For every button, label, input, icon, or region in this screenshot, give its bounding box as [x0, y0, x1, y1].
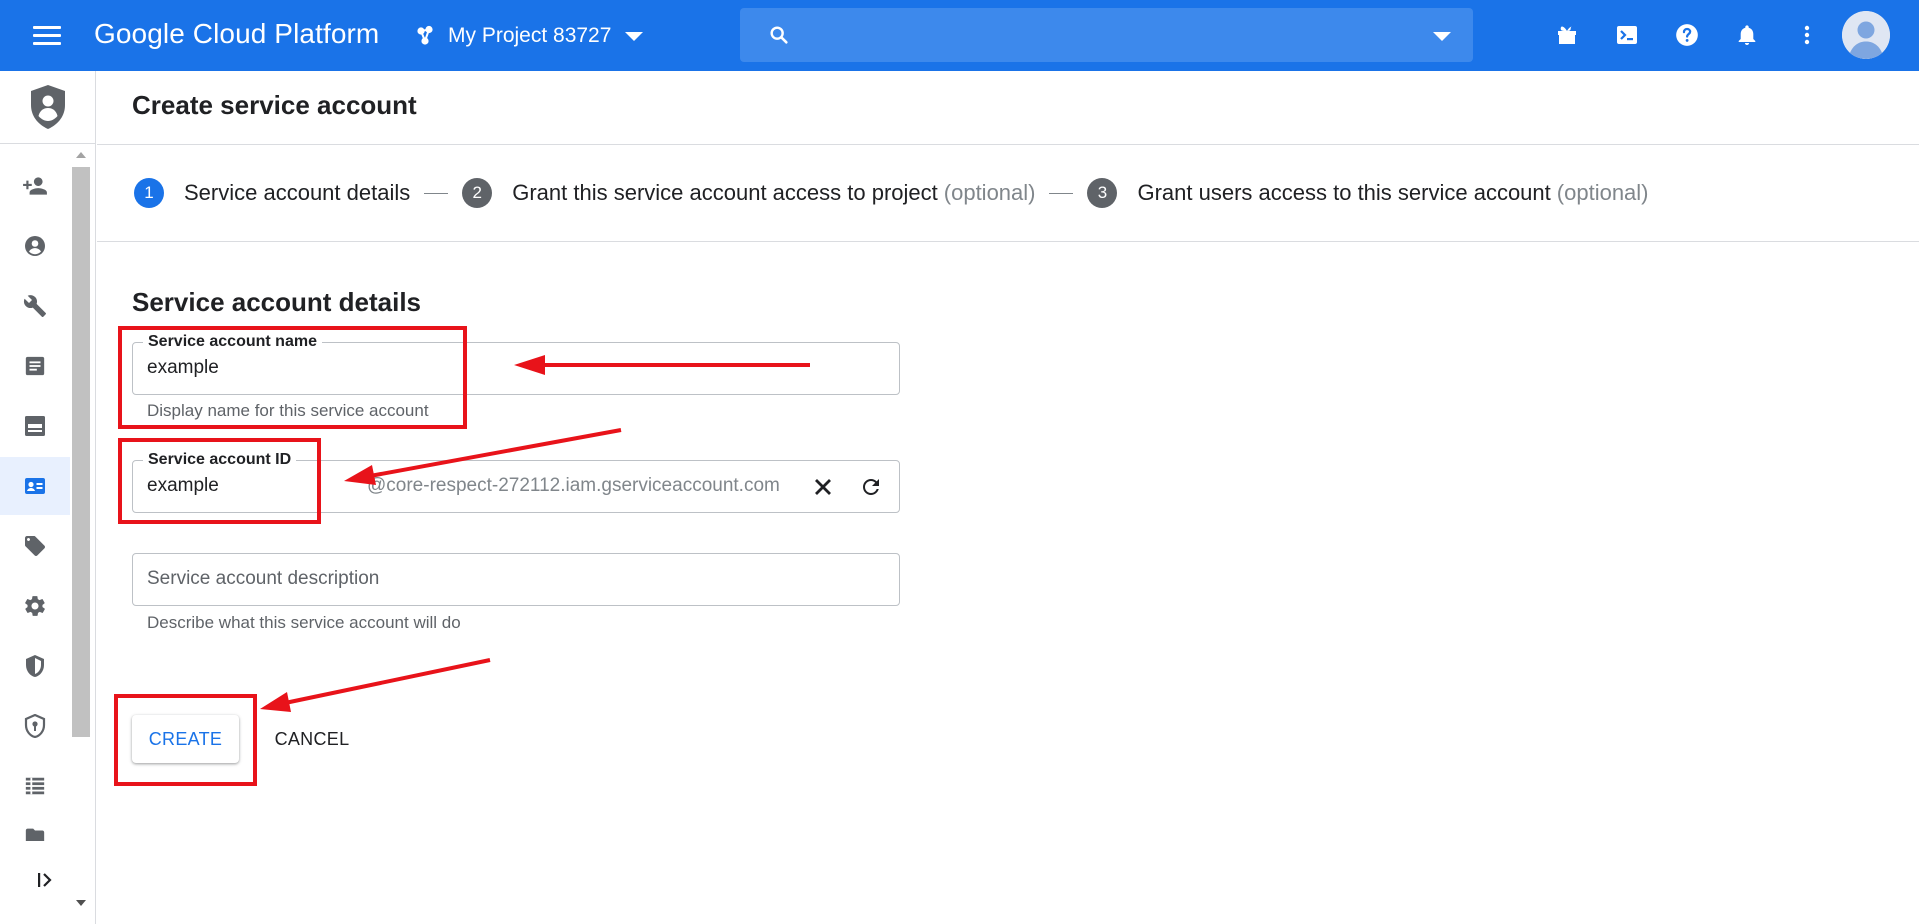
- chevron-down-icon: [625, 31, 644, 41]
- account-circle-icon: [25, 236, 45, 256]
- step-2-number[interactable]: 2: [462, 178, 493, 208]
- save-icon: [25, 416, 45, 436]
- search-dropdown-icon[interactable]: [1433, 32, 1451, 41]
- rail-item-storage[interactable]: [0, 397, 70, 455]
- service-account-id-label: Service account ID: [143, 451, 297, 469]
- top-app-bar: Google Cloud Platform My Project 83727: [0, 0, 1919, 71]
- step-3-optional: (optional): [1556, 180, 1649, 205]
- scroll-thumb[interactable]: [72, 167, 90, 737]
- wrench-icon: [23, 295, 46, 317]
- section-title: Service account details: [132, 287, 422, 317]
- cloud-shell-icon[interactable]: [1610, 18, 1644, 52]
- security-shield-icon: [24, 714, 46, 738]
- rail-item-tools[interactable]: [0, 277, 70, 335]
- refresh-icon[interactable]: [857, 473, 885, 501]
- service-account-description-hint: Describe what this service account will …: [147, 613, 461, 632]
- step-1-number[interactable]: 1: [134, 178, 164, 208]
- step-3-label[interactable]: Grant users access to this service accou…: [1137, 180, 1550, 206]
- settings-icon: [25, 596, 45, 616]
- shield-icon: [26, 655, 44, 677]
- rail-item-security[interactable]: [0, 637, 70, 695]
- rail-item-add-member[interactable]: [0, 157, 70, 215]
- gift-icon[interactable]: [1550, 18, 1584, 52]
- scroll-up-icon[interactable]: [76, 152, 86, 158]
- rail-item-tables[interactable]: [0, 757, 70, 815]
- divider: [97, 144, 1919, 145]
- project-name: My Project 83727: [448, 24, 612, 47]
- rail-item-partial[interactable]: [0, 817, 70, 841]
- page-title: Create service account: [132, 90, 417, 120]
- folder-icon: [25, 828, 45, 841]
- rail-item-labels[interactable]: [0, 517, 70, 575]
- more-vert-icon[interactable]: [1790, 18, 1824, 52]
- search-input[interactable]: [806, 18, 1406, 52]
- product-logo[interactable]: Google Cloud Platform: [94, 18, 379, 50]
- search-bar[interactable]: [740, 8, 1473, 62]
- service-account-name-hint: Display name for this service account: [147, 401, 429, 420]
- list-icon: [25, 356, 45, 376]
- rail-item-settings[interactable]: [0, 577, 70, 635]
- service-account-name-field[interactable]: Service account name: [132, 333, 900, 395]
- service-account-description-field[interactable]: [132, 553, 900, 606]
- step-2-optional: (optional): [943, 180, 1036, 205]
- left-nav-rail: [0, 71, 96, 924]
- stepper: 1 Service account details 2 Grant this s…: [134, 176, 1649, 210]
- service-account-description-input[interactable]: [147, 564, 847, 594]
- rail-item-service-accounts[interactable]: [0, 457, 70, 515]
- service-account-name-label: Service account name: [143, 333, 322, 351]
- main-menu-icon[interactable]: [30, 22, 64, 48]
- annotation-arrow-create: [284, 658, 491, 705]
- step-separator: [1049, 192, 1074, 194]
- project-selector[interactable]: My Project 83727: [416, 19, 644, 53]
- table-icon: [25, 777, 45, 795]
- annotation-arrowhead: [260, 692, 291, 712]
- search-icon: [770, 26, 788, 44]
- rail-item-audit[interactable]: [0, 337, 70, 395]
- clear-icon[interactable]: [809, 473, 837, 501]
- rail-item-privacy[interactable]: [0, 697, 70, 755]
- project-hub-icon: [417, 25, 433, 45]
- step-3-number[interactable]: 3: [1087, 178, 1118, 208]
- cancel-button[interactable]: CANCEL: [264, 715, 360, 763]
- create-button[interactable]: CREATE: [132, 715, 239, 763]
- service-account-name-input[interactable]: [147, 353, 447, 383]
- notifications-icon[interactable]: [1730, 18, 1764, 52]
- service-account-id-field[interactable]: Service account ID @core-respect-272112.…: [132, 451, 900, 513]
- step-separator: [424, 192, 449, 194]
- iam-shield-person-icon[interactable]: [29, 84, 67, 130]
- person-add-icon: [23, 177, 47, 195]
- service-account-icon: [25, 478, 45, 494]
- rail-scrollbar[interactable]: [70, 147, 92, 906]
- scroll-down-icon[interactable]: [76, 900, 86, 906]
- service-account-id-suffix: @core-respect-272112.iam.gserviceaccount…: [367, 475, 780, 496]
- service-account-id-input[interactable]: [147, 471, 347, 501]
- help-icon[interactable]: [1670, 18, 1704, 52]
- rail-item-identity[interactable]: [0, 217, 70, 275]
- divider: [97, 241, 1919, 242]
- tag-icon: [25, 536, 45, 556]
- rail-header: [0, 71, 96, 144]
- expand-rail-icon[interactable]: [36, 871, 54, 894]
- step-1-label[interactable]: Service account details: [184, 180, 410, 206]
- step-2-label[interactable]: Grant this service account access to pro…: [512, 180, 938, 206]
- avatar[interactable]: [1842, 11, 1890, 59]
